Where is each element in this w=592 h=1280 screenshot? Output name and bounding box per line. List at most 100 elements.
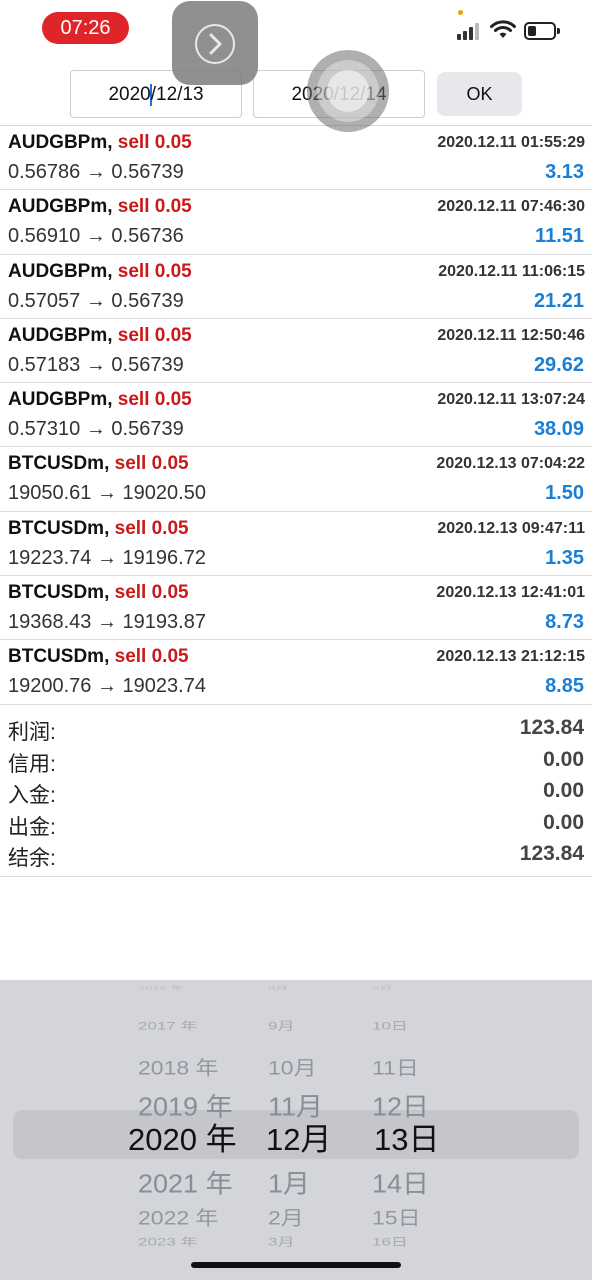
trade-side: sell 0.05 bbox=[114, 453, 189, 475]
open-price: 19050.61 bbox=[8, 482, 92, 505]
trade-row[interactable]: AUDGBPm, sell 0.05 2020.12.11 13:07:24 0.5… bbox=[0, 383, 592, 448]
picker-month-item[interactable]: 12月 bbox=[266, 1114, 331, 1159]
close-price: 19020.50 bbox=[122, 482, 206, 505]
trade-symbol-line: BTCUSDm, sell 0.05 bbox=[8, 582, 189, 604]
open-price: 19200.76 bbox=[8, 675, 92, 698]
summary-label: 出金: bbox=[8, 815, 56, 839]
picker-month-item[interactable]: 10月 bbox=[268, 1052, 317, 1081]
trade-row[interactable]: AUDGBPm, sell 0.05 2020.12.11 01:55:29 0.5… bbox=[0, 126, 592, 191]
battery-icon bbox=[524, 22, 560, 40]
picker-day-column[interactable]: 9日 10日 11日 12日 13日 14日 15日 16日 bbox=[366, 980, 456, 1280]
trade-profit: 21.21 bbox=[533, 289, 584, 312]
trade-symbol: AUDGBPm bbox=[8, 260, 108, 282]
trade-row[interactable]: BTCUSDm, sell 0.05 2020.12.13 09:47:11 192… bbox=[0, 512, 592, 577]
trade-row[interactable]: BTCUSDm, sell 0.05 2020.12.13 21:12:15 192… bbox=[0, 640, 592, 705]
summary-row: 结余: 123.84 bbox=[0, 842, 592, 874]
summary-value: 123.84 bbox=[519, 716, 584, 739]
trade-time: 2020.12.13 09:47:11 bbox=[437, 519, 585, 537]
from-date-rest: /12/13 bbox=[150, 84, 204, 105]
picker-day-item[interactable]: 10日 bbox=[372, 1016, 408, 1032]
privacy-indicator-dot bbox=[458, 10, 463, 15]
picker-month-column[interactable]: 8月 9月 10月 11月 12月 1月 2月 3月 bbox=[262, 980, 352, 1280]
picker-year-item[interactable]: 2022 年 bbox=[138, 1202, 219, 1231]
arrow-icon: → bbox=[96, 611, 117, 634]
from-date-year: 2020 bbox=[108, 84, 151, 105]
trade-profit: 8.73 bbox=[545, 611, 584, 634]
picker-year-item[interactable]: 2023 年 bbox=[138, 1232, 198, 1248]
ok-button[interactable]: OK bbox=[437, 72, 522, 116]
open-price: 19368.43 bbox=[8, 611, 92, 634]
summary-row: 入金: 0.00 bbox=[0, 779, 592, 811]
trade-row[interactable]: BTCUSDm, sell 0.05 2020.12.13 12:41:01 193… bbox=[0, 576, 592, 641]
arrow-icon: → bbox=[85, 353, 106, 376]
picker-month-item[interactable]: 9月 bbox=[268, 1016, 294, 1032]
close-price: 19193.87 bbox=[122, 611, 206, 634]
trade-prices: 19368.43 → 19193.87 bbox=[8, 611, 206, 634]
picker-year-item[interactable]: 2018 年 bbox=[138, 1052, 219, 1081]
trade-symbol-line: AUDGBPm, sell 0.05 bbox=[8, 132, 192, 153]
trade-prices: 19223.74 → 19196.72 bbox=[8, 547, 206, 570]
picker-year-item[interactable]: 2016 年 bbox=[138, 984, 184, 991]
arrow-icon: → bbox=[85, 418, 106, 441]
home-indicator[interactable] bbox=[191, 1262, 401, 1268]
picker-year-item[interactable]: 2020 年 bbox=[128, 1114, 237, 1159]
trade-row[interactable]: BTCUSDm, sell 0.05 2020.12.13 07:04:22 190… bbox=[0, 447, 592, 512]
picker-year-item[interactable]: 2017 年 bbox=[138, 1016, 198, 1032]
trade-time: 2020.12.13 12:41:01 bbox=[436, 584, 585, 602]
trade-prices: 0.56786 → 0.56739 bbox=[8, 161, 184, 184]
forward-button[interactable] bbox=[172, 1, 258, 85]
open-price: 0.57183 bbox=[8, 353, 81, 376]
picker-year-column[interactable]: 2016 年 2017 年 2018 年 2019 年 2020 年 2021 年 2022… bbox=[118, 980, 258, 1280]
trade-symbol: BTCUSDm bbox=[8, 646, 105, 668]
picker-month-item[interactable]: 3月 bbox=[268, 1232, 294, 1248]
trade-side: sell 0.05 bbox=[114, 582, 189, 604]
summary-row: 利润: 123.84 bbox=[0, 716, 592, 748]
wifi-icon bbox=[490, 20, 516, 38]
picker-day-item[interactable]: 16日 bbox=[372, 1232, 408, 1248]
trade-prices: 0.57057 → 0.56739 bbox=[8, 290, 184, 313]
trade-prices: 0.57183 → 0.56739 bbox=[8, 354, 184, 377]
trade-row[interactable]: AUDGBPm, sell 0.05 2020.12.11 11:06:15 0.5… bbox=[0, 255, 592, 319]
close-price: 0.56739 bbox=[111, 289, 184, 312]
trade-profit: 1.50 bbox=[545, 482, 584, 505]
close-price: 0.56739 bbox=[111, 418, 184, 441]
picker-day-item[interactable]: 11日 bbox=[372, 1052, 419, 1081]
trade-row[interactable]: AUDGBPm, sell 0.05 2020.12.11 07:46:30 0.5… bbox=[0, 190, 592, 255]
picker-day-item[interactable]: 9日 bbox=[372, 984, 392, 991]
close-price: 19023.74 bbox=[122, 675, 206, 698]
summary-value: 0.00 bbox=[543, 747, 584, 771]
open-price: 0.57310 bbox=[8, 418, 81, 441]
summary-label: 信用: bbox=[8, 752, 56, 776]
close-price: 0.56739 bbox=[111, 353, 184, 376]
summary-value: 123.84 bbox=[519, 842, 584, 865]
trade-history-list: AUDGBPm, sell 0.05 2020.12.11 01:55:29 0.5… bbox=[0, 126, 592, 705]
assistive-touch-button[interactable] bbox=[307, 50, 389, 132]
picker-day-item[interactable]: 14日 bbox=[372, 1163, 429, 1200]
trade-side: sell 0.05 bbox=[117, 132, 192, 153]
open-price: 0.56786 bbox=[8, 161, 81, 183]
date-picker[interactable]: 2016 年 2017 年 2018 年 2019 年 2020 年 2021 年 2022… bbox=[0, 980, 592, 1280]
summary-value: 0.00 bbox=[543, 779, 584, 802]
trade-symbol-line: AUDGBPm, sell 0.05 bbox=[8, 389, 192, 411]
arrow-icon: → bbox=[96, 546, 117, 569]
picker-day-item[interactable]: 15日 bbox=[372, 1202, 421, 1231]
arrow-icon: → bbox=[96, 675, 117, 698]
trade-row[interactable]: AUDGBPm, sell 0.05 2020.12.11 12:50:46 0.5… bbox=[0, 319, 592, 384]
open-price: 0.57057 bbox=[8, 289, 81, 312]
date-range-bar: 2020/12/13 2020/12/14 OK bbox=[0, 56, 592, 126]
picker-day-item[interactable]: 13日 bbox=[374, 1114, 439, 1159]
summary-label: 利润: bbox=[8, 721, 56, 744]
trade-time: 2020.12.13 21:12:15 bbox=[436, 648, 585, 666]
picker-year-item[interactable]: 2021 年 bbox=[138, 1163, 233, 1200]
cellular-signal-icon bbox=[457, 22, 483, 40]
picker-month-item[interactable]: 1月 bbox=[268, 1163, 310, 1200]
picker-month-item[interactable]: 2月 bbox=[268, 1202, 304, 1231]
close-price: 0.56739 bbox=[111, 161, 184, 183]
trade-time: 2020.12.11 07:46:30 bbox=[437, 198, 585, 216]
trade-symbol-line: BTCUSDm, sell 0.05 bbox=[8, 517, 189, 539]
picker-month-item[interactable]: 8月 bbox=[268, 984, 288, 991]
status-time[interactable]: 07:26 bbox=[42, 12, 129, 44]
trade-symbol: AUDGBPm bbox=[8, 132, 108, 153]
summary-label: 结余: bbox=[8, 847, 56, 870]
trade-symbol: AUDGBPm bbox=[8, 324, 108, 346]
